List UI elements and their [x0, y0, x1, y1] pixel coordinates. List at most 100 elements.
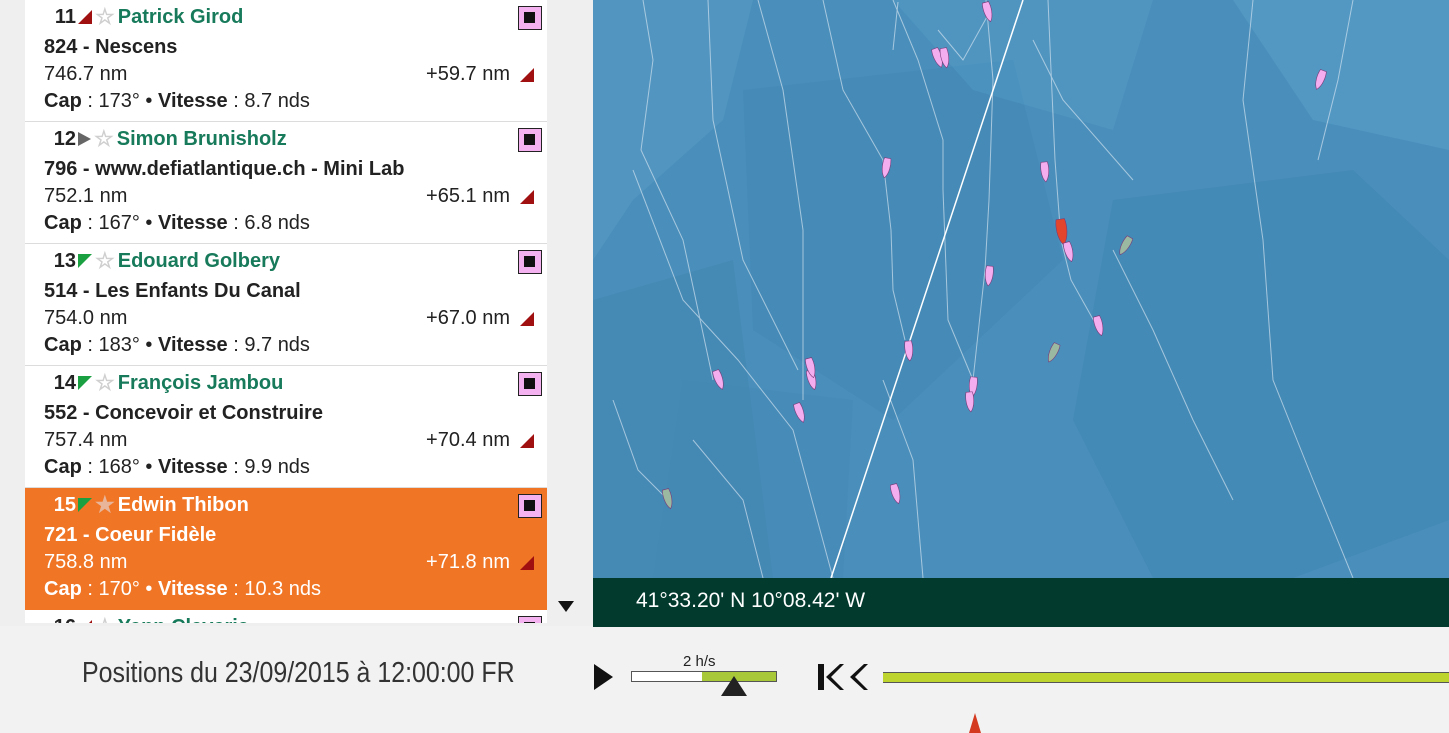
- row-header: 11 ☆ Patrick Girod: [52, 5, 244, 29]
- ranking-panel: 11 ☆ Patrick Girod 824 - Nescens 746.7 n…: [0, 0, 593, 626]
- cap-label: Cap: [44, 334, 82, 356]
- ranking-row[interactable]: 12 ☆ Simon Brunisholz 796 - www.defiatla…: [25, 122, 547, 244]
- distance-to-finish: 746.7 nm: [44, 63, 128, 85]
- track-toggle-checkbox[interactable]: [518, 494, 542, 518]
- playback-bar: Positions du 23/09/2015 à 12:00:00 FR 2 …: [14, 627, 1449, 733]
- skipper-name[interactable]: Simon Brunisholz: [117, 128, 287, 151]
- cap-value: 170°: [98, 578, 140, 600]
- row-header: 16 ☆ Yann Claveria: [52, 615, 249, 623]
- track-toggle-checkbox[interactable]: [518, 616, 542, 623]
- trend-flat-icon: [78, 132, 91, 146]
- boat-name: 552 - Concevoir et Construire: [44, 402, 323, 424]
- speed-slider-handle[interactable]: [721, 676, 747, 696]
- rank-number: 16: [52, 616, 76, 624]
- map-canvas[interactable]: [593, 0, 1449, 578]
- boat-marker[interactable]: [1063, 241, 1076, 263]
- cap-value: 183°: [98, 334, 140, 356]
- cursor-coordinates: 41°33.20' N 10°08.42' W: [636, 589, 866, 612]
- ranking-row[interactable]: 13 ☆ Edouard Golbery 514 - Les Enfants D…: [25, 244, 547, 366]
- rewind-to-start-button[interactable]: [816, 662, 870, 692]
- distance-to-finish: 757.4 nm: [44, 429, 128, 451]
- vitesse-label: Vitesse: [157, 578, 228, 600]
- cap-vitesse: Cap : 170° • Vitesse : 10.3 nds: [44, 578, 322, 600]
- race-map[interactable]: [593, 0, 1449, 578]
- cap-value: 168°: [98, 456, 140, 478]
- distance-to-finish: 752.1 nm: [44, 185, 128, 207]
- gap-trend-icon: [520, 68, 534, 82]
- sea-zones: [593, 0, 1449, 578]
- gap-to-leader: +59.7 nm: [426, 63, 510, 85]
- cap-label: Cap: [44, 456, 82, 478]
- skipper-name[interactable]: François Jambou: [118, 372, 284, 395]
- positions-timestamp: Positions du 23/09/2015 à 12:00:00 FR: [82, 657, 515, 689]
- skipper-name[interactable]: Edouard Golbery: [118, 250, 280, 273]
- gap-trend-icon: [520, 556, 534, 570]
- gap-trend-icon: [520, 312, 534, 326]
- trend-up-icon: [78, 498, 92, 512]
- favorite-star-icon[interactable]: ☆: [95, 616, 115, 624]
- vitesse-value: 9.7 nds: [244, 334, 310, 356]
- cap-vitesse: Cap : 183° • Vitesse : 9.7 nds: [44, 334, 310, 356]
- coordinate-bar: 41°33.20' N 10°08.42' W: [593, 578, 1449, 627]
- track-toggle-checkbox[interactable]: [518, 6, 542, 30]
- ranking-row[interactable]: 15 ★ Edwin Thibon 721 - Coeur Fidèle 758…: [25, 488, 547, 610]
- track-toggle-checkbox[interactable]: [518, 372, 542, 396]
- row-header: 15 ★ Edwin Thibon: [52, 493, 249, 517]
- row-header: 13 ☆ Edouard Golbery: [52, 249, 280, 273]
- speed-label: 2 h/s: [683, 653, 716, 670]
- favorite-star-icon[interactable]: ★: [95, 494, 115, 516]
- rank-number: 13: [53, 249, 76, 272]
- track-toggle-checkbox[interactable]: [518, 128, 542, 152]
- ranking-row[interactable]: 16 ☆ Yann Claveria: [25, 610, 547, 623]
- vitesse-label: Vitesse: [157, 90, 228, 112]
- ranking-row[interactable]: 14 ☆ François Jambou 552 - Concevoir et …: [25, 366, 547, 488]
- vitesse-value: 10.3 nds: [244, 578, 322, 600]
- timeline-slider[interactable]: [883, 672, 1449, 683]
- distance-to-finish: 758.8 nm: [44, 551, 128, 573]
- boat-name: 824 - Nescens: [44, 36, 178, 58]
- gap-trend-icon: [520, 190, 534, 204]
- gap-to-leader: +71.8 nm: [426, 551, 510, 573]
- skipper-name[interactable]: Yann Claveria: [118, 616, 249, 624]
- cap-label: Cap: [44, 212, 82, 234]
- rank-number: 15: [53, 493, 76, 516]
- rank-number: 14: [53, 371, 76, 394]
- boat-marker[interactable]: [890, 483, 903, 505]
- scroll-down-arrow-icon[interactable]: [558, 601, 574, 612]
- boat-name: 796 - www.defiatlantique.ch - Mini Lab: [44, 158, 405, 180]
- vitesse-value: 9.9 nds: [244, 456, 310, 478]
- favorite-star-icon[interactable]: ☆: [95, 6, 115, 28]
- ranking-list[interactable]: 11 ☆ Patrick Girod 824 - Nescens 746.7 n…: [25, 0, 547, 623]
- boat-marker[interactable]: [965, 391, 975, 413]
- cap-label: Cap: [44, 90, 82, 112]
- boat-marker[interactable]: [1045, 342, 1061, 363]
- boat-track: [892, 1, 899, 51]
- cap-vitesse: Cap : 167° • Vitesse : 6.8 nds: [44, 212, 310, 234]
- vitesse-label: Vitesse: [157, 456, 228, 478]
- track-toggle-checkbox[interactable]: [518, 250, 542, 274]
- gap-trend-icon: [520, 434, 534, 448]
- favorite-star-icon[interactable]: ☆: [95, 372, 115, 394]
- play-button[interactable]: [594, 664, 613, 690]
- trend-up-icon: [78, 376, 92, 390]
- trend-down-icon: [78, 620, 92, 623]
- cap-vitesse: Cap : 168° • Vitesse : 9.9 nds: [44, 456, 310, 478]
- cap-label: Cap: [44, 578, 82, 600]
- skipper-name[interactable]: Patrick Girod: [118, 6, 244, 29]
- favorite-star-icon[interactable]: ☆: [94, 128, 114, 150]
- cap-vitesse: Cap : 173° • Vitesse : 8.7 nds: [44, 90, 310, 112]
- ranking-scrollbar[interactable]: [549, 0, 583, 623]
- skipper-name[interactable]: Edwin Thibon: [118, 494, 249, 517]
- boat-name: 721 - Coeur Fidèle: [44, 524, 217, 546]
- gap-to-leader: +65.1 nm: [426, 185, 510, 207]
- speed-slider[interactable]: [631, 671, 777, 682]
- row-header: 12 ☆ Simon Brunisholz: [52, 127, 287, 151]
- cap-value: 167°: [98, 212, 140, 234]
- red-marker-icon: [969, 713, 981, 733]
- gap-to-leader: +70.4 nm: [426, 429, 510, 451]
- boat-name: 514 - Les Enfants Du Canal: [44, 280, 301, 302]
- ranking-row[interactable]: 11 ☆ Patrick Girod 824 - Nescens 746.7 n…: [25, 0, 547, 122]
- rank-number: 11: [54, 5, 76, 28]
- favorite-star-icon[interactable]: ☆: [95, 250, 115, 272]
- distance-to-finish: 754.0 nm: [44, 307, 128, 329]
